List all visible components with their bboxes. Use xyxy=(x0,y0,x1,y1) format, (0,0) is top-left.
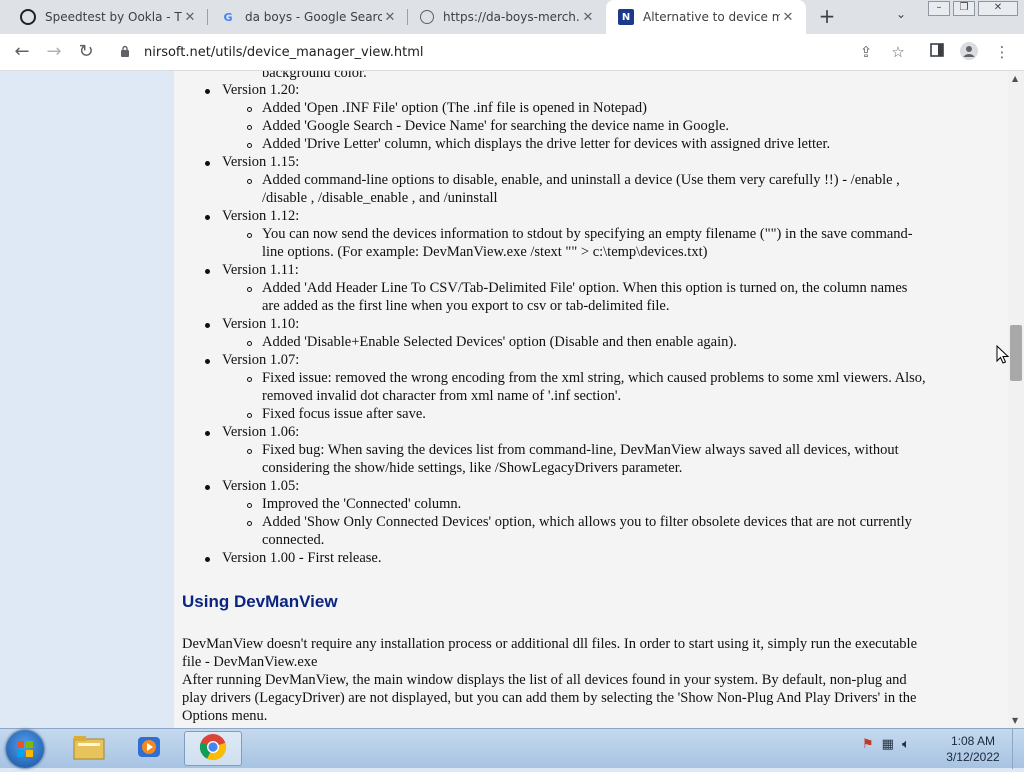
close-window-button[interactable]: ✕ xyxy=(978,1,1018,16)
windows-taskbar: ⚑ ▦ 🔈︎ 1:08 AM 3/12/2022 xyxy=(0,728,1024,769)
changelog-item-continued: /disable , /disable_enable , and /uninst… xyxy=(262,190,498,206)
file-explorer-icon xyxy=(73,734,105,764)
tab-title: Speedtest by Ookla - The xyxy=(45,10,182,24)
clock-date: 3/12/2022 xyxy=(946,750,1000,764)
taskbar-app-file-explorer[interactable] xyxy=(62,731,116,766)
paragraph-line: After running DevManView, the main windo… xyxy=(182,672,907,688)
scroll-up-arrow-icon[interactable]: ▲ xyxy=(1012,74,1018,83)
scroll-down-arrow-icon[interactable]: ▼ xyxy=(1012,716,1018,725)
share-icon[interactable]: ⇪ xyxy=(856,42,876,62)
changelog-item: Fixed focus issue after save. xyxy=(262,406,426,422)
mouse-cursor-icon xyxy=(996,344,1010,368)
changelog-item: You can now send the devices information… xyxy=(262,226,913,242)
maximize-button[interactable]: ❐ xyxy=(953,1,975,16)
taskbar-app-media-player[interactable] xyxy=(122,731,176,766)
google-icon: G xyxy=(223,10,233,24)
taskbar-clock[interactable]: 1:08 AM 3/12/2022 xyxy=(938,733,1008,765)
address-bar[interactable]: nirsoft.net/utils/device_manager_view.ht… xyxy=(110,38,840,66)
tab-title: https://da-boys-merch.c xyxy=(443,10,580,24)
version-heading: Version 1.00 - First release. xyxy=(222,550,382,566)
url-text: nirsoft.net/utils/device_manager_view.ht… xyxy=(144,44,424,60)
changelog-item-continued: connected. xyxy=(262,532,325,548)
version-heading: Version 1.15: xyxy=(222,154,300,170)
tab-google-search[interactable]: G da boys - Google Search ✕ xyxy=(208,0,408,34)
clock-time: 1:08 AM xyxy=(950,734,996,748)
paragraph-line: DevManView doesn't require any installat… xyxy=(182,636,918,652)
changelog-item-continued: considering the show/hide settings, like… xyxy=(262,460,683,476)
back-arrow-icon[interactable]: ← xyxy=(10,40,34,64)
scrollbar-thumb[interactable] xyxy=(1010,325,1022,381)
windows-logo-icon xyxy=(17,741,33,757)
version-heading: Version 1.06: xyxy=(222,424,300,440)
version-heading: Version 1.12: xyxy=(222,208,300,224)
text-line: background color. xyxy=(262,71,367,81)
lock-icon xyxy=(120,45,134,60)
version-heading: Version 1.07: xyxy=(222,352,300,368)
paragraph-line: Options menu. xyxy=(182,708,268,724)
system-tray: ⚑ ▦ 🔈︎ xyxy=(862,737,910,752)
vertical-scrollbar[interactable]: ▲ ▼ xyxy=(1008,71,1024,728)
volume-icon[interactable]: 🔈︎ xyxy=(902,737,910,752)
action-center-flag-icon[interactable]: ⚑ xyxy=(862,737,874,752)
close-icon[interactable]: ✕ xyxy=(182,10,198,25)
menu-dots-icon[interactable]: ⋮ xyxy=(992,42,1012,62)
close-icon[interactable]: ✕ xyxy=(780,10,796,25)
tab-title: Alternative to device man xyxy=(643,10,780,24)
network-icon[interactable]: ▦ xyxy=(882,737,894,752)
page-content: background color. Version 1.20: Added 'O… xyxy=(174,71,1008,728)
version-heading: Version 1.10: xyxy=(222,316,300,332)
changelog-item: Added 'Google Search - Device Name' for … xyxy=(262,118,730,134)
version-heading: Version 1.05: xyxy=(222,478,300,494)
changelog-item: Added command-line options to disable, e… xyxy=(262,172,900,188)
media-player-icon xyxy=(136,734,162,764)
version-heading: Version 1.20: xyxy=(222,82,300,98)
changelog-item-continued: line options. (For example: DevManView.e… xyxy=(262,244,708,260)
new-tab-button[interactable]: + xyxy=(816,5,838,27)
close-icon[interactable]: ✕ xyxy=(580,10,596,25)
profile-avatar-icon[interactable] xyxy=(959,42,979,62)
taskbar-app-chrome[interactable] xyxy=(184,731,242,766)
tab-speedtest[interactable]: Speedtest by Ookla - The ✕ xyxy=(8,0,208,34)
forward-arrow-icon[interactable]: → xyxy=(42,40,66,64)
side-panel-icon[interactable] xyxy=(927,42,947,62)
minimize-button[interactable]: – xyxy=(928,1,950,16)
speedtest-icon xyxy=(20,9,36,25)
changelog-item: Fixed bug: When saving the devices list … xyxy=(262,442,899,458)
changelog-item: Fixed issue: removed the wrong encoding … xyxy=(262,370,926,386)
browser-toolbar: ← → ↻ nirsoft.net/utils/device_manager_v… xyxy=(0,34,1024,71)
changelog-item: Added 'Show Only Connected Devices' opti… xyxy=(262,514,912,530)
nirsoft-icon: N xyxy=(618,9,634,25)
section-heading: Using DevManView xyxy=(182,592,338,611)
start-button[interactable] xyxy=(6,730,44,768)
show-desktop-button[interactable] xyxy=(1012,729,1024,769)
reload-icon[interactable]: ↻ xyxy=(74,40,98,64)
version-heading: Version 1.11: xyxy=(222,262,299,278)
tab-merch[interactable]: https://da-boys-merch.c ✕ xyxy=(408,0,606,34)
changelog-item: Added 'Add Header Line To CSV/Tab-Delimi… xyxy=(262,280,908,296)
chrome-icon xyxy=(199,733,227,765)
changelog-item-continued: removed invalid dot character from xml n… xyxy=(262,388,622,404)
tab-nirsoft[interactable]: N Alternative to device man ✕ xyxy=(606,0,806,34)
globe-icon xyxy=(420,10,434,24)
tab-title: da boys - Google Search xyxy=(245,10,382,24)
changelog-item: Added 'Disable+Enable Selected Devices' … xyxy=(262,334,737,350)
page-viewport: background color. Version 1.20: Added 'O… xyxy=(0,71,1008,728)
changelog-item: Added 'Open .INF File' option (The .inf … xyxy=(262,100,647,116)
changelog-item-continued: are added as the first line when you exp… xyxy=(262,298,670,314)
paragraph-line: play drivers (LegacyDriver) are not disp… xyxy=(182,690,917,706)
bookmark-star-icon[interactable]: ☆ xyxy=(888,42,908,62)
paragraph-line: file - DevManView.exe xyxy=(182,654,318,670)
changelog-item: Improved the 'Connected' column. xyxy=(262,496,462,512)
tab-search-chevron-icon[interactable]: ⌄ xyxy=(896,7,906,21)
changelog-item: Added 'Drive Letter' column, which displ… xyxy=(262,136,831,152)
close-icon[interactable]: ✕ xyxy=(382,10,398,25)
tab-strip: Speedtest by Ookla - The ✕ G da boys - G… xyxy=(0,0,1024,34)
